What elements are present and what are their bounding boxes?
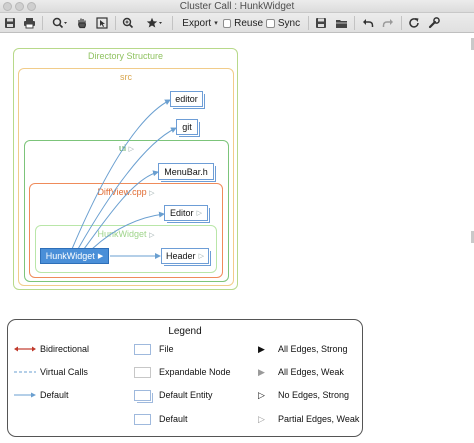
print-icon bbox=[23, 18, 35, 29]
legend-default-edge: Default bbox=[40, 390, 69, 400]
expandable-node-sample bbox=[134, 367, 151, 378]
legend-default-node: Default bbox=[159, 414, 188, 424]
open-folder-button[interactable] bbox=[333, 15, 349, 31]
graph-canvas[interactable]: Directory Structure src ui ▷ DiffView.cp… bbox=[0, 33, 474, 443]
window-title: Cluster Call : HunkWidget bbox=[179, 1, 295, 12]
bookmark-button[interactable] bbox=[142, 15, 166, 31]
legend-panel: Legend Bidirectional Virtual Calls Defau… bbox=[7, 319, 363, 437]
edge-hunkwidget-editor[interactable] bbox=[91, 211, 165, 250]
title-bar: Cluster Call : HunkWidget bbox=[0, 0, 474, 13]
legend-no-edges-strong: No Edges, Strong bbox=[278, 390, 350, 400]
node-menubar[interactable]: MenuBar.h bbox=[158, 163, 216, 182]
legend-default-entity: Default Entity bbox=[159, 390, 213, 400]
reuse-checkbox[interactable]: Reuse bbox=[223, 15, 263, 31]
expand-triangle-icon[interactable]: ▶ bbox=[98, 252, 103, 260]
node-header[interactable]: Header ▷ bbox=[161, 248, 211, 266]
select-button[interactable] bbox=[94, 15, 110, 31]
sync-label: Sync bbox=[277, 17, 301, 29]
search-button[interactable] bbox=[48, 15, 72, 31]
refresh-button[interactable] bbox=[406, 15, 422, 31]
zoom-icon bbox=[122, 17, 134, 29]
star-icon bbox=[146, 17, 162, 28]
print-button[interactable] bbox=[20, 15, 38, 31]
node-git[interactable]: git bbox=[176, 119, 200, 137]
expand-triangle-icon[interactable]: ▷ bbox=[197, 209, 202, 217]
zoom-button[interactable] bbox=[120, 15, 136, 31]
save-icon bbox=[316, 18, 326, 28]
legend-all-edges-weak: All Edges, Weak bbox=[278, 367, 344, 377]
bidirectional-edge-sample bbox=[14, 346, 36, 352]
undo-arrow-icon bbox=[363, 19, 374, 27]
legend-bidirectional: Bidirectional bbox=[40, 344, 90, 354]
node-editor[interactable]: Editor ▷ bbox=[164, 205, 210, 223]
virtual-edge-sample bbox=[14, 371, 36, 373]
default-entity-sample bbox=[134, 390, 153, 403]
reuse-checkbox-box[interactable] bbox=[223, 18, 232, 28]
toolbar: Export ▾ Reuse Sync bbox=[0, 13, 474, 33]
legend-expandable-node: Expandable Node bbox=[159, 367, 231, 377]
reuse-label: Reuse bbox=[234, 17, 263, 29]
outline-triangle-icon: ▷ bbox=[258, 390, 265, 400]
edge-hunkwidget-git[interactable] bbox=[77, 127, 177, 250]
sync-checkbox[interactable]: Sync bbox=[265, 15, 301, 31]
selection-icon bbox=[96, 17, 108, 29]
outline-gray-triangle-icon: ▷ bbox=[258, 414, 265, 424]
edge-hunkwidget-editor-dir[interactable] bbox=[71, 99, 171, 250]
file-node-sample bbox=[134, 344, 151, 355]
legend-title: Legend bbox=[168, 326, 202, 337]
export-label: Export bbox=[182, 17, 212, 29]
gray-triangle-icon: ▶ bbox=[258, 367, 265, 377]
save-button[interactable] bbox=[2, 15, 18, 31]
settings-button[interactable] bbox=[426, 15, 442, 31]
legend-partial-edges-weak: Partial Edges, Weak bbox=[278, 414, 360, 424]
default-node-sample bbox=[134, 414, 151, 425]
back-button[interactable] bbox=[360, 15, 376, 31]
node-editor-dir[interactable]: editor bbox=[170, 91, 205, 109]
folder-icon bbox=[335, 19, 347, 28]
export-menu[interactable]: Export ▾ bbox=[180, 15, 220, 31]
legend-file: File bbox=[159, 344, 174, 354]
sync-checkbox-box[interactable] bbox=[265, 18, 275, 28]
redo-arrow-icon bbox=[382, 19, 393, 27]
filled-triangle-icon: ▶ bbox=[258, 344, 265, 354]
search-icon bbox=[52, 17, 67, 29]
wrench-icon bbox=[428, 17, 440, 29]
save-icon bbox=[5, 18, 15, 28]
hand-icon bbox=[78, 18, 86, 29]
legend-all-edges-strong: All Edges, Strong bbox=[278, 344, 348, 354]
expand-triangle-icon[interactable]: ▷ bbox=[199, 252, 204, 260]
pan-button[interactable] bbox=[74, 15, 90, 31]
forward-button[interactable] bbox=[380, 15, 396, 31]
legend-virtual-calls: Virtual Calls bbox=[40, 367, 88, 377]
save-graph-button[interactable] bbox=[313, 15, 329, 31]
edge-hunkwidget-menubar[interactable] bbox=[83, 170, 159, 250]
node-hunkwidget-focused[interactable]: HunkWidget ▶ bbox=[40, 248, 109, 264]
refresh-icon bbox=[409, 18, 419, 28]
chevron-down-icon: ▾ bbox=[214, 20, 218, 27]
default-edge-sample bbox=[14, 392, 36, 398]
